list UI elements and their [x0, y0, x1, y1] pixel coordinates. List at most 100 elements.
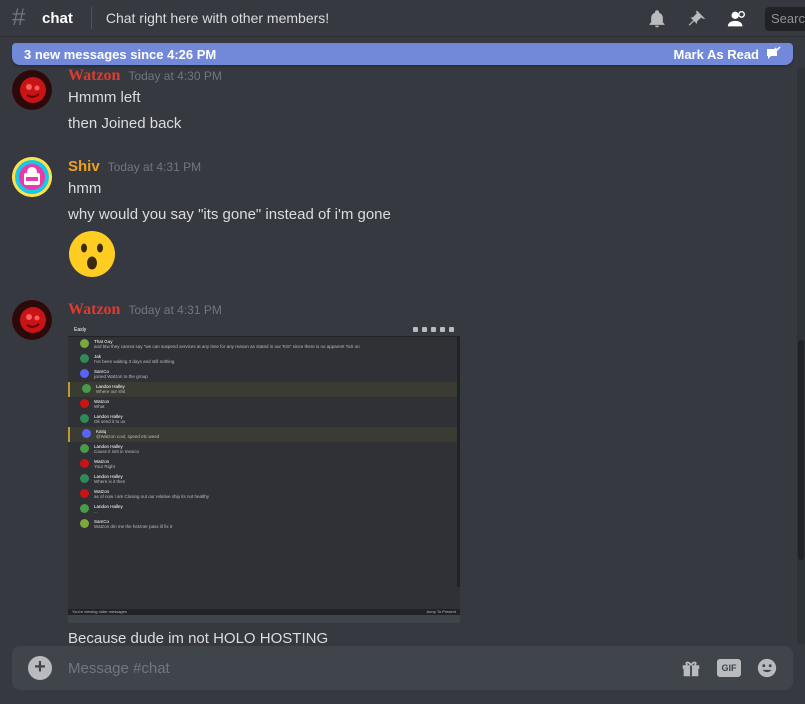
attachment-avatar — [80, 339, 89, 348]
attachment-text: Your Right — [94, 464, 115, 469]
attachment-avatar — [82, 429, 91, 438]
hushed-face-icon[interactable] — [68, 230, 116, 278]
message-author[interactable]: Shiv Today at 4:31 PM — [68, 158, 201, 175]
mark-as-read-label: Mark As Read — [673, 46, 760, 62]
message-text: Because dude im not HOLO HOSTING — [68, 630, 329, 647]
author-name[interactable]: Watzon — [68, 67, 120, 84]
attachment-avatar — [80, 519, 89, 528]
message-text: hmm — [68, 180, 102, 197]
attachment-message-row: Katiq @Watzon cool, speed etc weed — [68, 427, 460, 442]
attachment-text: What — [94, 404, 105, 409]
channel-header: # chat Chat right here with other member… — [0, 0, 805, 37]
gif-icon: GIF — [717, 659, 741, 677]
attachment-author: SamCo — [94, 369, 110, 374]
add-attachment-button[interactable]: + — [28, 656, 52, 680]
attachment-avatar — [80, 489, 89, 498]
message-timestamp: Today at 4:31 PM — [128, 303, 222, 317]
header-divider — [90, 7, 92, 29]
avatar[interactable] — [12, 300, 52, 340]
message-input[interactable] — [68, 659, 679, 677]
new-messages-text: 3 new messages since 4:26 PM — [24, 46, 217, 62]
watzon-avatar-icon — [12, 70, 52, 110]
message-timestamp: Today at 4:30 PM — [128, 69, 222, 83]
members-icon[interactable] — [725, 7, 749, 31]
watzon-avatar-icon — [12, 300, 52, 340]
attachment-text: ... — [94, 509, 98, 514]
attachment-text: Where our shit — [96, 389, 126, 394]
inbox-icon — [449, 327, 454, 332]
members-icon — [440, 327, 445, 332]
attachment-author: Watzon — [94, 399, 110, 404]
attachment-message-row: Landon Halley Ok send it to us — [68, 412, 460, 427]
emoji-picker-icon[interactable] — [755, 656, 779, 680]
attachment-older-text: You're viewing older messages — [72, 609, 127, 614]
new-messages-bar[interactable]: 3 new messages since 4:26 PM Mark As Rea… — [12, 43, 793, 65]
video-icon — [422, 327, 427, 332]
message-text: why would you say "its gone" instead of … — [68, 206, 391, 223]
attachment-avatar — [80, 474, 89, 483]
attachment-avatar — [80, 459, 89, 468]
attachment-scrollbar — [457, 337, 460, 587]
avatar[interactable] — [12, 157, 52, 197]
pin-icon — [431, 327, 436, 332]
attachment-author: Landon Halley — [94, 474, 123, 479]
attachment-author: Katiq — [96, 429, 107, 434]
attachment-text: Ok send it to us — [94, 419, 126, 424]
attachment-older-bar: You're viewing older messages Jump To Pr… — [68, 609, 460, 615]
channel-topic: Chat right here with other members! — [105, 10, 330, 26]
attachment-author: Landon Halley — [96, 384, 125, 389]
attachment-jump-text: Jump To Present — [426, 609, 456, 614]
attachment-author: Watzon — [94, 459, 110, 464]
author-name[interactable]: Watzon — [68, 301, 120, 318]
message-text: then Joined back — [68, 115, 182, 132]
attachment-avatar — [82, 384, 91, 393]
channel-name: chat — [42, 9, 73, 27]
attachment-avatar — [80, 354, 89, 363]
attachment-author: Landon Halley — [94, 444, 123, 449]
gift-icon[interactable] — [679, 656, 703, 680]
message-author[interactable]: Watzon Today at 4:31 PM — [68, 301, 222, 319]
message-author[interactable]: Watzon Today at 4:30 PM — [68, 67, 222, 85]
attachment-avatar — [80, 399, 89, 408]
message-composer: + GIF — [12, 646, 793, 690]
attachment-avatar — [80, 444, 89, 453]
attachment-author: Landon Halley — [94, 414, 123, 419]
attachment-toolbar — [409, 327, 454, 332]
attachment-avatar — [80, 369, 89, 378]
author-name[interactable]: Shiv — [68, 158, 100, 175]
call-icon — [413, 327, 418, 332]
pin-icon[interactable] — [685, 7, 709, 31]
attachment-message-row: Watzon as of now I am Closing out our rel… — [68, 487, 460, 502]
avatar[interactable] — [12, 70, 52, 110]
attachment-message-row: Landon Halley Cause it isnt in mexico — [68, 442, 460, 457]
attachment-message-row: Watzon What — [68, 397, 460, 412]
attachment-text: as of now I am Closing out our relative … — [94, 494, 210, 499]
attachment-header: Easly — [68, 323, 460, 337]
attachment-avatar — [80, 504, 89, 513]
attachment-message-row: Landon Halley Where our shit — [68, 382, 460, 397]
attachment-text: joined Watzon to the group — [94, 374, 148, 379]
attachment-author: Jak — [94, 354, 102, 359]
attachment-message-row: Watzon Your Right — [68, 457, 460, 472]
attachment-text: Where is it then — [94, 479, 126, 484]
search-input[interactable]: Search — [765, 6, 805, 31]
gif-button[interactable]: GIF — [717, 656, 741, 680]
attachment-author: Watzon — [94, 489, 110, 494]
attachment-message-row: That Guy and btw they cannot say "we can … — [68, 337, 460, 352]
bell-icon[interactable] — [645, 7, 669, 31]
image-attachment[interactable]: Easly That Guy and btw they cannot say "w… — [68, 323, 460, 623]
attachment-author: SamCo — [94, 519, 110, 524]
attachment-message-row: SamCo joined Watzon to the group — [68, 367, 460, 382]
attachment-author: Landon Halley — [94, 504, 123, 509]
attachment-author: That Guy — [94, 339, 113, 344]
chat-scrollbar-thumb[interactable] — [798, 340, 804, 560]
mark-read-icon — [767, 46, 781, 59]
header-toolbar: Search — [629, 0, 805, 37]
attachment-title: Easly — [74, 326, 87, 333]
attachment-message-row: Landon Halley... — [68, 502, 460, 517]
attachment-text: Cause it isnt in mexico — [94, 449, 140, 454]
message-timestamp: Today at 4:31 PM — [107, 160, 202, 174]
attachment-message-row: Jak I've been waiting 3 days and still no… — [68, 352, 460, 367]
attachment-text: I've been waiting 3 days and still nothi… — [94, 359, 175, 364]
mark-as-read-button[interactable]: Mark As Read — [674, 46, 782, 62]
